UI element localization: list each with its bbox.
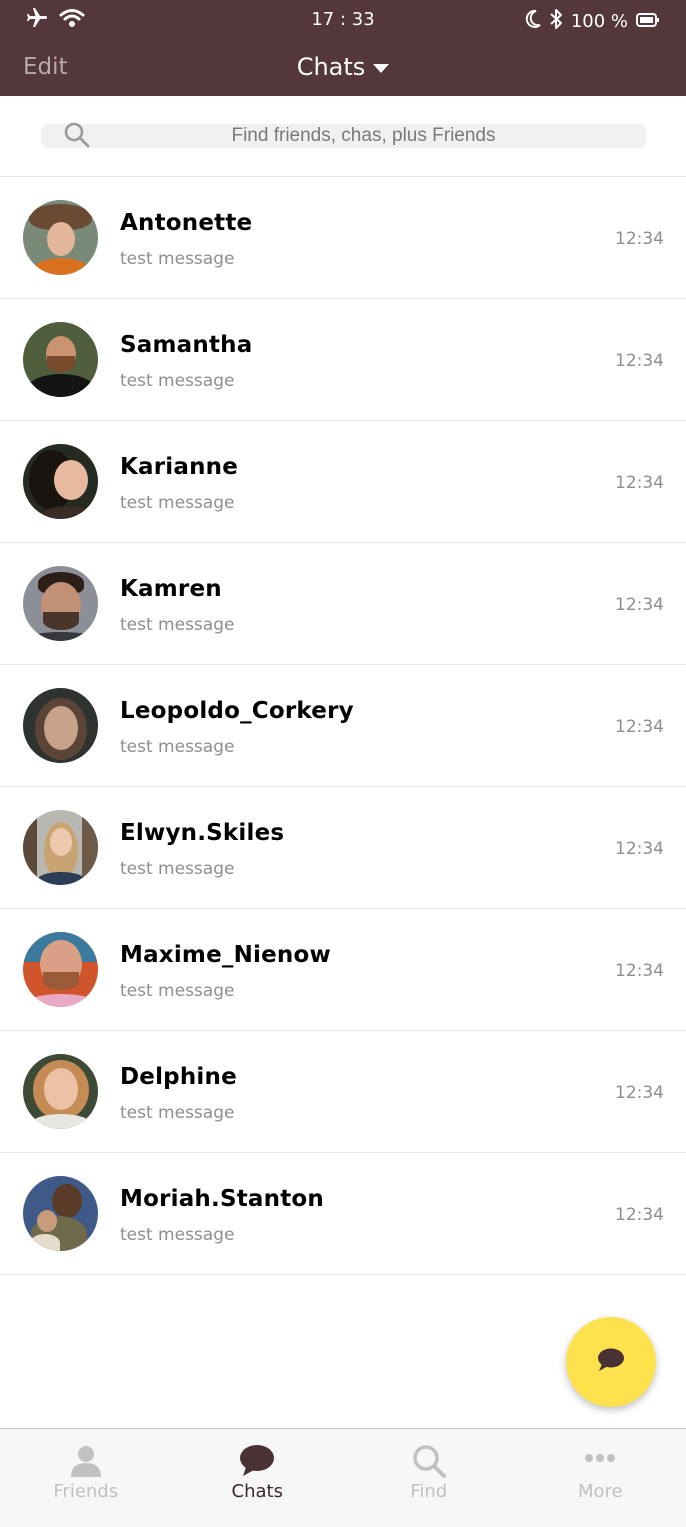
status-bar: 17 : 33 100 %	[0, 0, 686, 40]
person-icon	[69, 1443, 103, 1482]
chat-time: 12:34	[615, 1083, 664, 1103]
avatar	[23, 566, 98, 641]
moon-icon	[525, 9, 541, 34]
tab-friends[interactable]: Friends	[0, 1429, 172, 1527]
chat-time: 12:34	[615, 473, 664, 493]
search-bar[interactable]	[41, 124, 646, 148]
chat-message: test message	[120, 371, 234, 391]
avatar	[23, 444, 98, 519]
tab-chats[interactable]: Chats	[172, 1429, 344, 1527]
avatar	[23, 1054, 98, 1129]
chat-name: Karianne	[120, 454, 238, 480]
new-chat-button[interactable]	[566, 1317, 656, 1407]
avatar	[23, 810, 98, 885]
search-icon	[411, 1443, 447, 1484]
tab-find[interactable]: Find	[343, 1429, 515, 1527]
tab-more[interactable]: More	[515, 1429, 686, 1527]
chat-message: test message	[120, 981, 234, 1001]
chat-name: Moriah.Stanton	[120, 1186, 324, 1212]
chat-name: Maxime_Nienow	[120, 942, 331, 968]
more-dots-icon	[584, 1451, 616, 1469]
chat-name: Kamren	[120, 576, 222, 602]
chat-time: 12:34	[615, 961, 664, 981]
chat-name: Antonette	[120, 210, 252, 236]
chat-row[interactable]: Delphine test message 12:34	[0, 1031, 686, 1153]
chat-bubble-icon	[239, 1443, 275, 1482]
chat-time: 12:34	[615, 351, 664, 371]
tab-label: Chats	[172, 1481, 344, 1502]
caret-down-icon	[373, 64, 389, 73]
chat-name: Samantha	[120, 332, 252, 358]
chats-title-dropdown[interactable]: Chats	[0, 53, 686, 81]
tab-label: Find	[343, 1481, 515, 1502]
chat-name: Delphine	[120, 1064, 237, 1090]
chat-message: test message	[120, 859, 234, 879]
chat-time: 12:34	[615, 717, 664, 737]
search-section	[0, 96, 686, 177]
avatar	[23, 932, 98, 1007]
chat-row[interactable]: Leopoldo_Corkery test message 12:34	[0, 665, 686, 787]
chat-row[interactable]: Karianne test message 12:34	[0, 421, 686, 543]
bluetooth-icon	[549, 8, 563, 35]
app-header: 17 : 33 100 % Edit Chats	[0, 0, 686, 96]
avatar	[23, 688, 98, 763]
chat-bubble-icon	[596, 1347, 626, 1378]
chat-name: Elwyn.Skiles	[120, 820, 284, 846]
chat-message: test message	[120, 737, 234, 757]
tab-label: Friends	[0, 1481, 172, 1502]
chat-row[interactable]: Kamren test message 12:34	[0, 543, 686, 665]
chat-row[interactable]: Maxime_Nienow test message 12:34	[0, 909, 686, 1031]
chat-message: test message	[120, 1103, 234, 1123]
chat-row[interactable]: Samantha test message 12:34	[0, 299, 686, 421]
avatar	[23, 200, 98, 275]
chat-row[interactable]: Antonette test message 12:34	[0, 177, 686, 299]
chat-time: 12:34	[615, 595, 664, 615]
avatar	[23, 1176, 98, 1251]
chat-time: 12:34	[615, 229, 664, 249]
chat-message: test message	[120, 1225, 234, 1245]
avatar	[23, 322, 98, 397]
chat-row[interactable]: Moriah.Stanton test message 12:34	[0, 1153, 686, 1275]
chat-time: 12:34	[615, 1205, 664, 1225]
battery-label: 100 %	[571, 11, 628, 32]
battery-icon	[636, 11, 660, 32]
status-right: 100 %	[525, 8, 660, 35]
chat-name: Leopoldo_Corkery	[120, 698, 354, 724]
search-input[interactable]	[41, 124, 646, 148]
chat-list: Antonette test message 12:34 Samantha te…	[0, 177, 686, 1275]
tab-bar: Friends Chats Find More	[0, 1428, 686, 1527]
tab-label: More	[515, 1481, 686, 1502]
chat-message: test message	[120, 615, 234, 635]
chat-message: test message	[120, 249, 234, 269]
chat-row[interactable]: Elwyn.Skiles test message 12:34	[0, 787, 686, 909]
page-title: Chats	[297, 53, 366, 81]
chat-time: 12:34	[615, 839, 664, 859]
chat-message: test message	[120, 493, 234, 513]
